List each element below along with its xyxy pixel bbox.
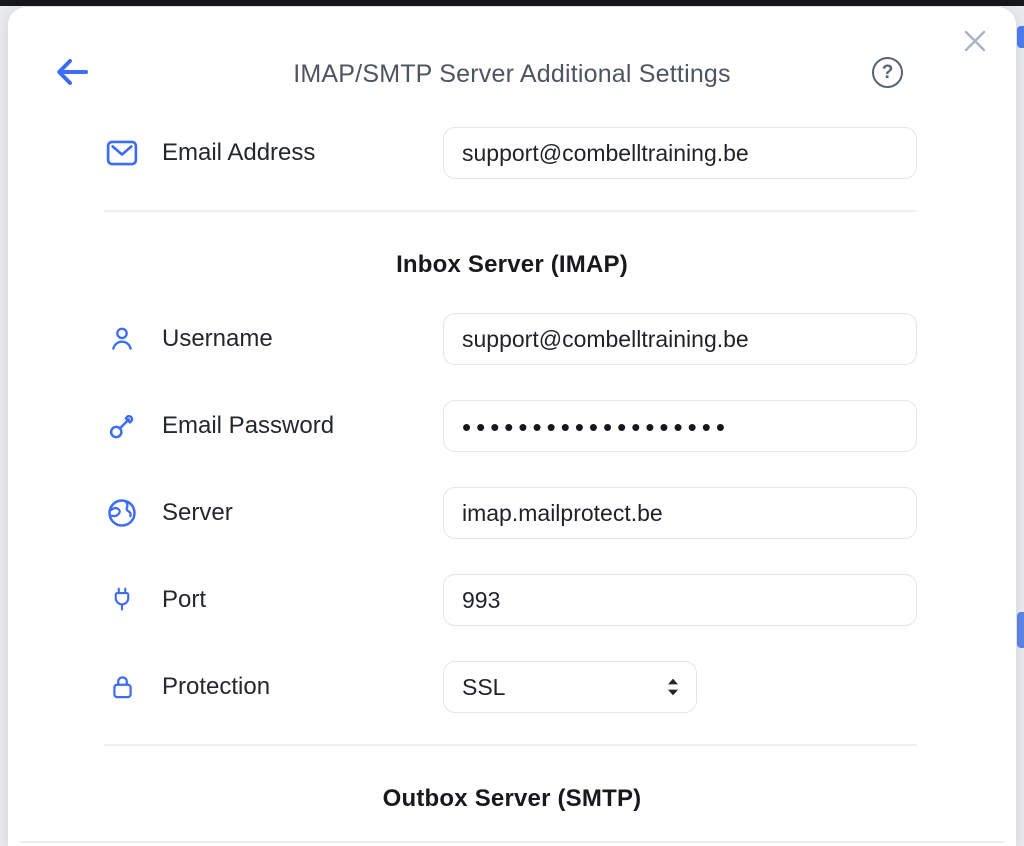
username-label: Username (162, 325, 443, 353)
email-password-label: Email Password (162, 412, 443, 440)
background-artifact (1017, 612, 1024, 648)
user-icon (104, 324, 140, 354)
section-divider (20, 841, 1004, 843)
port-label: Port (162, 586, 443, 614)
email-address-label: Email Address (162, 139, 443, 167)
protection-select[interactable]: SSL (443, 661, 697, 713)
field-row-username: Username (104, 313, 917, 365)
imap-section-heading: Inbox Server (IMAP) (8, 251, 1016, 280)
top-edge-bar (0, 0, 1024, 6)
select-arrows-icon (665, 676, 681, 698)
lock-icon (104, 672, 140, 702)
envelope-icon (104, 139, 140, 167)
field-row-server: Server (104, 487, 917, 539)
email-address-input[interactable] (443, 127, 917, 179)
section-divider (104, 744, 917, 746)
section-divider (104, 210, 917, 212)
field-row-password: Email Password (104, 400, 917, 452)
username-input[interactable] (443, 313, 917, 365)
email-password-input[interactable] (443, 400, 917, 452)
key-icon (104, 411, 140, 441)
globe-icon (104, 498, 140, 528)
server-label: Server (162, 499, 443, 527)
settings-dialog: IMAP/SMTP Server Additional Settings ? E… (8, 7, 1016, 846)
settings-form: Email Address Inbox Server (IMAP) Userna… (8, 7, 1016, 843)
field-row-port: Port (104, 574, 917, 626)
field-row-email: Email Address (104, 127, 917, 179)
field-row-protection: Protection SSL (104, 661, 917, 713)
smtp-section-heading: Outbox Server (SMTP) (8, 785, 1016, 814)
protection-selected-value: SSL (462, 674, 505, 701)
background-artifact (1017, 26, 1024, 48)
server-input[interactable] (443, 487, 917, 539)
protection-label: Protection (162, 673, 443, 701)
port-input[interactable] (443, 574, 917, 626)
plug-icon (104, 585, 140, 615)
